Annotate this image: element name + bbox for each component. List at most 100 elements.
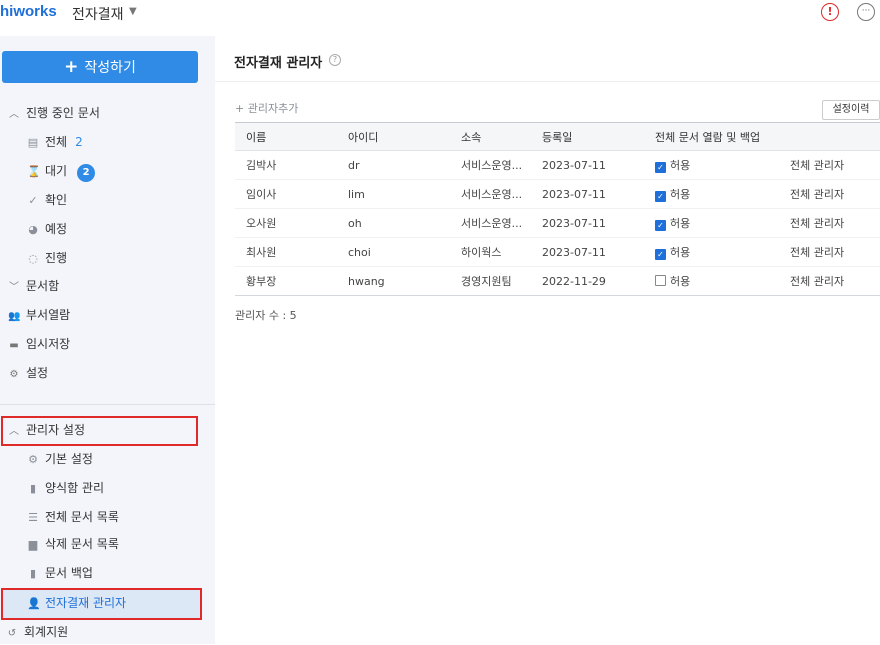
admin-table: 이름 아이디 소속 등록일 전체 문서 열람 및 백업 김박사 dr 서비스운영..…	[235, 122, 880, 296]
settings-history-button[interactable]: 설정이력	[822, 100, 880, 120]
cell-date: 2023-07-11	[542, 237, 655, 267]
waiting-badge: 2	[77, 164, 96, 182]
cell-org: 서비스운영...	[461, 179, 542, 209]
table-row: 황부장 hwang 경영지원팀 2022-11-29 허용 전체 관리자	[235, 266, 880, 296]
table-row: 오사원 oh 서비스운영... 2023-07-11 ✓ 허용 전체 관리자	[235, 208, 880, 238]
allow-label: 허용	[670, 246, 691, 259]
chevron-up-icon: ︿	[9, 426, 19, 437]
section-admin-settings[interactable]: ︿ 관리자 설정	[8, 419, 85, 441]
allow-checkbox[interactable]: ✓	[655, 162, 666, 173]
cell-role: 전체 관리자	[790, 237, 880, 267]
allow-checkbox[interactable]	[655, 275, 666, 286]
allow-checkbox[interactable]: ✓	[655, 220, 666, 231]
sidebar-item-settings[interactable]: ⚙ 설정	[8, 362, 49, 384]
chevron-up-icon: ︿	[9, 109, 19, 120]
sidebar-item-form-manage[interactable]: ▮ 양식함 관리	[27, 477, 104, 499]
col-date: 등록일	[542, 122, 655, 151]
sidebar-item-all-docs[interactable]: ☰ 전체 문서 목록	[27, 506, 119, 528]
col-permission: 전체 문서 열람 및 백업	[655, 122, 790, 151]
compose-label: 작성하기	[84, 60, 136, 76]
table-header-row: 이름 아이디 소속 등록일 전체 문서 열람 및 백업	[235, 122, 880, 151]
cell-org: 하이웍스	[461, 237, 542, 267]
cell-org: 서비스운영...	[461, 208, 542, 238]
gear-icon: ⚙	[9, 369, 19, 380]
main-content: 전자결재 관리자 ? + 관리자추가 설정이력 이름 아이디 소속 등록일 전체…	[215, 36, 880, 644]
sidebar-item-accounting[interactable]: ↺ 회계지원	[6, 621, 68, 643]
cell-permission: ✓ 허용	[655, 150, 790, 180]
hiworks-logo[interactable]: hiworks	[0, 3, 57, 20]
allow-label: 허용	[670, 159, 691, 172]
cell-org: 경영지원팀	[461, 266, 542, 296]
add-admin-link[interactable]: + 관리자추가	[235, 100, 298, 116]
cell-name: 임이사	[235, 179, 348, 209]
allow-checkbox[interactable]: ✓	[655, 249, 666, 260]
allow-checkbox[interactable]: ✓	[655, 191, 666, 202]
cell-role: 전체 관리자	[790, 208, 880, 238]
clock-icon: ◕	[28, 223, 38, 236]
trash-icon: ▆	[28, 538, 38, 551]
help-icon[interactable]: ?	[329, 54, 341, 66]
list-icon: ☰	[28, 511, 38, 524]
cell-org: 서비스운영...	[461, 150, 542, 180]
sidebar-item-all[interactable]: ▤ 전체 2	[27, 131, 83, 153]
documents-icon: ▤	[27, 136, 39, 149]
sidebar-divider	[0, 404, 215, 405]
compose-button[interactable]: + 작성하기	[2, 51, 198, 83]
progress-icon: ◌	[28, 252, 38, 265]
cell-name: 최사원	[235, 237, 348, 267]
table-row: 최사원 choi 하이웍스 2023-07-11 ✓ 허용 전체 관리자	[235, 237, 880, 267]
col-id: 아이디	[348, 122, 461, 151]
chevron-down-icon: ﹀	[9, 282, 19, 293]
sidebar-item-confirm[interactable]: ✓ 확인	[27, 189, 67, 211]
cell-role: 전체 관리자	[790, 266, 880, 296]
col-name: 이름	[235, 122, 348, 151]
allow-label: 허용	[670, 217, 691, 230]
app-title[interactable]: 전자결재	[72, 4, 124, 24]
col-org: 소속	[461, 122, 542, 151]
cell-permission: ✓ 허용	[655, 208, 790, 238]
sidebar-item-scheduled[interactable]: ◕ 예정	[27, 218, 67, 240]
cell-name: 김박사	[235, 150, 348, 180]
cell-id: oh	[348, 208, 461, 238]
sidebar-item-approval-admin[interactable]: 👤 전자결재 관리자	[27, 592, 126, 614]
sidebar-item-deleted-docs[interactable]: ▆ 삭제 문서 목록	[27, 533, 119, 555]
check-icon: ✓	[28, 194, 38, 207]
plus-icon: +	[64, 57, 79, 77]
col-role	[790, 122, 880, 151]
sidebar-item-waiting[interactable]: ⌛ 대기 2	[27, 160, 96, 182]
title-divider	[215, 81, 880, 82]
cell-name: 황부장	[235, 266, 348, 296]
cell-date: 2023-07-11	[542, 208, 655, 238]
sidebar-item-progress[interactable]: ◌ 진행	[27, 247, 67, 269]
allow-label: 허용	[670, 188, 691, 201]
table-row: 임이사 lim 서비스운영... 2023-07-11 ✓ 허용 전체 관리자	[235, 179, 880, 209]
cell-name: 오사원	[235, 208, 348, 238]
more-icon[interactable]: ···	[857, 3, 875, 21]
sidebar-item-drafts[interactable]: ▬ 임시저장	[8, 333, 70, 355]
sidebar-item-backup[interactable]: ▮ 문서 백업	[27, 562, 93, 584]
cell-permission: 허용	[655, 266, 790, 296]
people-icon: 👥	[8, 311, 21, 322]
section-in-progress[interactable]: ︿ 진행 중인 문서	[8, 102, 100, 124]
sidebar-item-dept-view[interactable]: 👥 부서열람	[8, 304, 70, 326]
cell-role: 전체 관리자	[790, 150, 880, 180]
cell-date: 2022-11-29	[542, 266, 655, 296]
top-bar: hiworks 전자결재 ▼ ! ···	[0, 0, 880, 30]
section-document-box[interactable]: ﹀ 문서함	[8, 275, 59, 297]
app-switch-caret-icon[interactable]: ▼	[129, 6, 137, 17]
sidebar-item-basic-settings[interactable]: ⚙ 기본 설정	[27, 448, 93, 470]
box-icon: ▬	[9, 340, 19, 351]
cell-permission: ✓ 허용	[655, 237, 790, 267]
alert-icon[interactable]: !	[821, 3, 839, 21]
allow-label: 허용	[670, 275, 691, 288]
history-icon: ↺	[7, 628, 17, 639]
cell-id: choi	[348, 237, 461, 267]
file-icon: ▮	[29, 482, 37, 495]
cell-id: lim	[348, 179, 461, 209]
hourglass-icon: ⌛	[27, 165, 41, 178]
sidebar: + 작성하기 ︿ 진행 중인 문서 ▤ 전체 2 ⌛ 대기 2 ✓ 확인 ◕ 예정 ◌ 진행 ﹀ 문…	[0, 36, 215, 644]
cell-role: 전체 관리자	[790, 179, 880, 209]
admin-count: 관리자 수 : 5	[235, 309, 297, 322]
cell-id: hwang	[348, 266, 461, 296]
table-row: 김박사 dr 서비스운영... 2023-07-11 ✓ 허용 전체 관리자	[235, 150, 880, 180]
